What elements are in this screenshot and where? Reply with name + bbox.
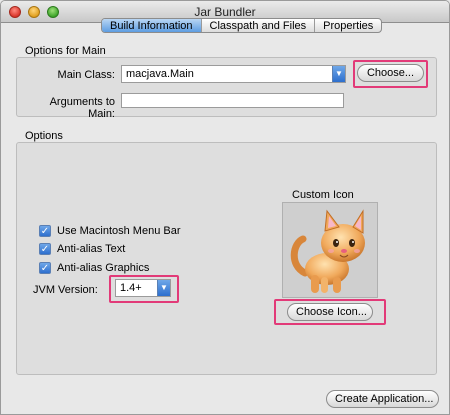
main-class-value: macjava.Main [126, 68, 194, 80]
tab-properties[interactable]: Properties [315, 19, 381, 32]
anti-alias-graphics-label: Anti-alias Graphics [57, 262, 150, 274]
use-macintosh-menu-bar-label: Use Macintosh Menu Bar [57, 225, 181, 237]
anti-alias-graphics-checkbox[interactable]: ✓ Anti-alias Graphics [39, 261, 149, 275]
chevron-down-icon[interactable]: ▼ [157, 280, 170, 296]
window-title: Jar Bundler [194, 5, 256, 19]
tab-bar: Build Information Classpath and Files Pr… [101, 18, 383, 33]
checkmark-icon: ✓ [39, 262, 51, 274]
options-for-main-heading: Options for Main [25, 45, 106, 57]
jvm-version-label: JVM Version: [33, 284, 98, 296]
use-macintosh-menu-bar-checkbox[interactable]: ✓ Use Macintosh Menu Bar [39, 224, 181, 238]
anti-alias-text-checkbox[interactable]: ✓ Anti-alias Text [39, 242, 125, 256]
cat-icon [290, 209, 365, 293]
jvm-version-value: 1.4+ [120, 282, 142, 294]
tab-build-information[interactable]: Build Information [102, 19, 202, 32]
options-heading: Options [25, 130, 63, 142]
choose-icon-button[interactable]: Choose Icon... [287, 303, 373, 321]
main-class-combobox[interactable]: macjava.Main ▼ [121, 65, 346, 83]
arguments-field[interactable] [121, 93, 344, 108]
chevron-down-icon[interactable]: ▼ [332, 66, 345, 82]
jvm-version-select[interactable]: 1.4+ ▼ [115, 279, 171, 297]
tab-classpath-and-files[interactable]: Classpath and Files [202, 19, 316, 32]
anti-alias-text-label: Anti-alias Text [57, 243, 126, 255]
custom-icon-label: Custom Icon [292, 189, 354, 201]
checkmark-icon: ✓ [39, 243, 51, 255]
custom-icon-well[interactable] [282, 202, 378, 298]
checkmark-icon: ✓ [39, 225, 51, 237]
arguments-label: Arguments to Main: [49, 96, 115, 120]
choose-main-class-button[interactable]: Choose... [357, 64, 424, 82]
create-application-button[interactable]: Create Application... [326, 390, 439, 408]
main-class-label: Main Class: [57, 69, 115, 81]
jar-bundler-window: Jar Bundler Build Information Classpath … [0, 0, 450, 415]
